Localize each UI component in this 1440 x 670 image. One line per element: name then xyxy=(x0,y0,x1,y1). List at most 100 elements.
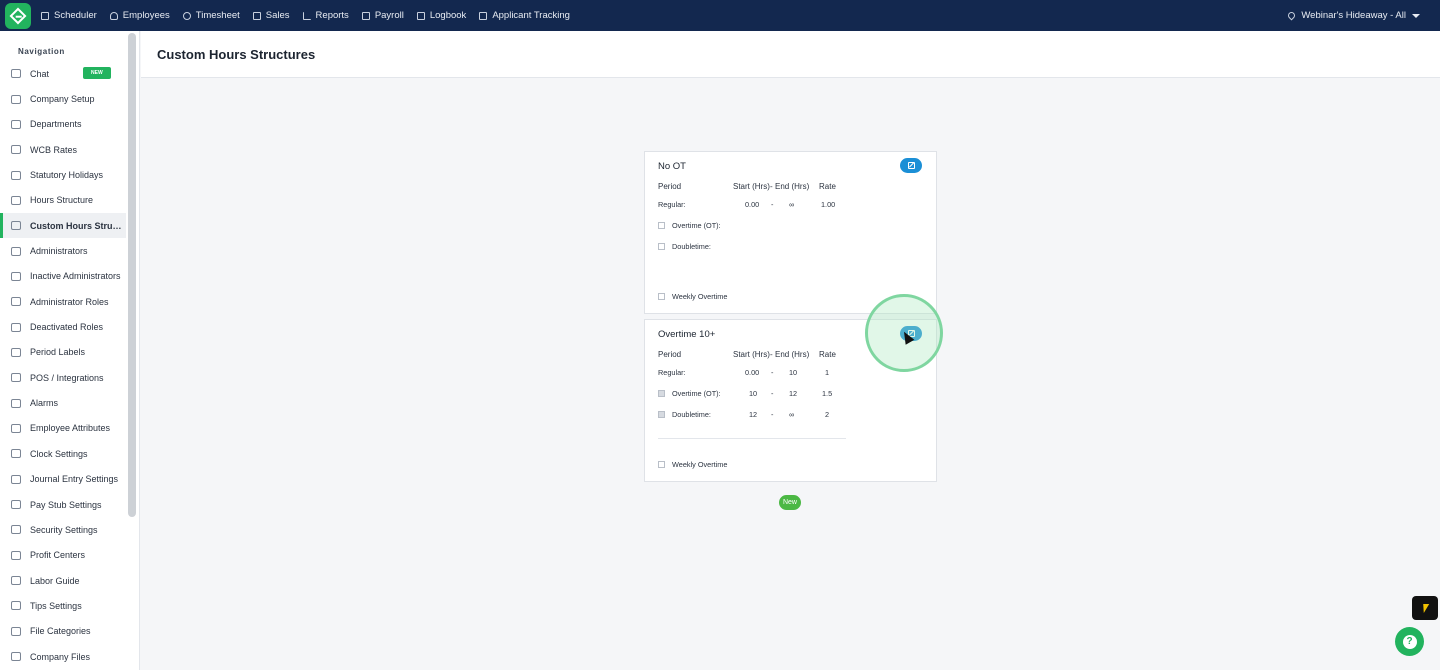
clipboard-icon xyxy=(479,11,488,20)
sidebar-item-clock-settings[interactable]: Clock Settings xyxy=(0,441,126,466)
sales-icon xyxy=(252,11,261,20)
sidebar-item-wcb-rates[interactable]: WCB Rates xyxy=(0,137,126,162)
row-label-doubletime: Doubletime: xyxy=(672,242,711,251)
quick-actions-button[interactable] xyxy=(1412,596,1438,620)
chart-icon xyxy=(302,11,311,20)
overtime-checkbox[interactable] xyxy=(658,222,665,229)
overtime-checkbox[interactable] xyxy=(658,390,665,397)
edit-button[interactable] xyxy=(900,158,922,173)
weekly-overtime-checkbox[interactable] xyxy=(658,461,665,468)
sidebar-item-security-settings[interactable]: Security Settings xyxy=(0,517,126,542)
nav-sales[interactable]: Sales xyxy=(252,10,290,21)
alarm-icon xyxy=(11,398,21,408)
row-label-regular: Regular: xyxy=(658,200,686,209)
column-separator: - xyxy=(770,182,773,191)
sidebar-item-period-labels[interactable]: Period Labels xyxy=(0,340,126,365)
nav-timesheet[interactable]: Timesheet xyxy=(182,10,240,21)
regular-separator: - xyxy=(771,368,774,377)
sidebar-item-employee-attributes[interactable]: Employee Attributes xyxy=(0,416,126,441)
person-icon xyxy=(109,11,118,20)
person-icon xyxy=(11,576,21,586)
main-nav: Scheduler Employees Timesheet Sales Repo… xyxy=(41,10,583,21)
hourglass-icon xyxy=(11,170,21,180)
folder-icon xyxy=(11,626,21,636)
sidebar-item-pay-stub-settings[interactable]: Pay Stub Settings xyxy=(0,492,126,517)
sidebar-item-journal-entry-settings[interactable]: Journal Entry Settings xyxy=(0,467,126,492)
column-rate: Rate xyxy=(819,350,836,359)
doubletime-checkbox[interactable] xyxy=(658,243,665,250)
card-divider xyxy=(658,438,846,439)
lock-icon xyxy=(11,525,21,535)
new-structure-button[interactable]: New xyxy=(779,495,801,510)
nav-reports[interactable]: Reports xyxy=(302,10,349,21)
row-label-overtime: Overtime (OT): xyxy=(672,221,721,230)
clock-icon xyxy=(182,11,191,20)
overtime-rate: 1.5 xyxy=(822,389,833,398)
sidebar-item-labor-guide[interactable]: Labor Guide xyxy=(0,568,126,593)
location-pin-icon xyxy=(1286,10,1297,21)
new-badge: NEW xyxy=(83,67,111,79)
sidebar-item-custom-hours-structures[interactable]: Custom Hours Structu... xyxy=(0,213,126,239)
calendar-icon xyxy=(41,11,49,20)
help-icon: ? xyxy=(1402,634,1417,649)
app-logo[interactable] xyxy=(5,2,31,29)
overtime-end: 12 xyxy=(789,389,798,398)
row-label-regular: Regular: xyxy=(658,368,686,377)
sidebar-list: Chat NEW Company Setup Departments WCB Ra… xyxy=(0,61,126,669)
nav-applicant-tracking[interactable]: Applicant Tracking xyxy=(479,10,570,21)
weekly-overtime-checkbox[interactable] xyxy=(658,293,665,300)
building-icon xyxy=(11,94,21,104)
nav-payroll[interactable]: Payroll xyxy=(361,10,404,21)
person-role-icon xyxy=(11,297,21,307)
page-header: Custom Hours Structures xyxy=(141,31,1440,78)
regular-start: 0.00 xyxy=(745,200,760,209)
nav-scheduler[interactable]: Scheduler xyxy=(41,10,97,21)
regular-rate: 1.00 xyxy=(821,200,836,209)
sidebar-item-departments[interactable]: Departments xyxy=(0,112,126,137)
sidebar-item-company-setup[interactable]: Company Setup xyxy=(0,86,126,111)
weekly-overtime-label: Weekly Overtime xyxy=(672,292,728,301)
sidebar-item-inactive-administrators[interactable]: Inactive Administrators xyxy=(0,264,126,289)
sidebar-item-deactivated-roles[interactable]: Deactivated Roles xyxy=(0,314,126,339)
chevron-down-icon xyxy=(1412,13,1420,18)
column-rate: Rate xyxy=(819,182,836,191)
location-selector[interactable]: Webinar's Hideaway - All xyxy=(1286,0,1420,31)
sidebar-item-company-files[interactable]: Company Files xyxy=(0,644,126,669)
tag-icon xyxy=(11,347,21,357)
percent-icon xyxy=(11,145,21,155)
row-label-doubletime: Doubletime: xyxy=(672,410,711,419)
book-icon xyxy=(416,11,425,20)
sidebar-item-alarms[interactable]: Alarms xyxy=(0,390,126,415)
person-x-icon xyxy=(11,322,21,332)
sidebar-item-hours-structure[interactable]: Hours Structure xyxy=(0,188,126,213)
person-icon xyxy=(11,246,21,256)
sidebar-item-pos-integrations[interactable]: POS / Integrations xyxy=(0,365,126,390)
sidebar-item-tips-settings[interactable]: Tips Settings xyxy=(0,593,126,618)
sidebar-item-statutory-holidays[interactable]: Statutory Holidays xyxy=(0,162,126,187)
overtime-separator: - xyxy=(771,389,774,398)
sidebar-item-administrators[interactable]: Administrators xyxy=(0,238,126,263)
profit-center-icon xyxy=(11,550,21,560)
nav-employees[interactable]: Employees xyxy=(109,10,170,21)
sidebar-item-chat[interactable]: Chat NEW xyxy=(0,61,126,86)
hours-structure-card-no-ot: No OT Period Start (Hrs) - End (Hrs) Rat… xyxy=(644,151,937,314)
sidebar: Navigation Chat NEW Company Setup Departm… xyxy=(0,31,140,670)
custom-hours-icon xyxy=(11,221,21,231)
person-gear-icon xyxy=(11,423,21,433)
regular-start: 0.00 xyxy=(745,368,760,377)
clock-gear-icon xyxy=(11,449,21,459)
sidebar-item-profit-centers[interactable]: Profit Centers xyxy=(0,543,126,568)
help-chat-button[interactable]: ? xyxy=(1395,627,1424,656)
person-x-icon xyxy=(11,271,21,281)
sidebar-scrollbar[interactable] xyxy=(128,33,136,517)
doubletime-checkbox[interactable] xyxy=(658,411,665,418)
overtime-start: 10 xyxy=(749,389,758,398)
sidebar-item-administrator-roles[interactable]: Administrator Roles xyxy=(0,289,126,314)
departments-icon xyxy=(11,119,21,129)
doubletime-separator: - xyxy=(771,410,774,419)
sidebar-item-file-categories[interactable]: File Categories xyxy=(0,619,126,644)
page-title: Custom Hours Structures xyxy=(157,47,316,62)
nav-logbook[interactable]: Logbook xyxy=(416,10,466,21)
column-period: Period xyxy=(658,182,682,191)
tips-icon xyxy=(11,601,21,611)
